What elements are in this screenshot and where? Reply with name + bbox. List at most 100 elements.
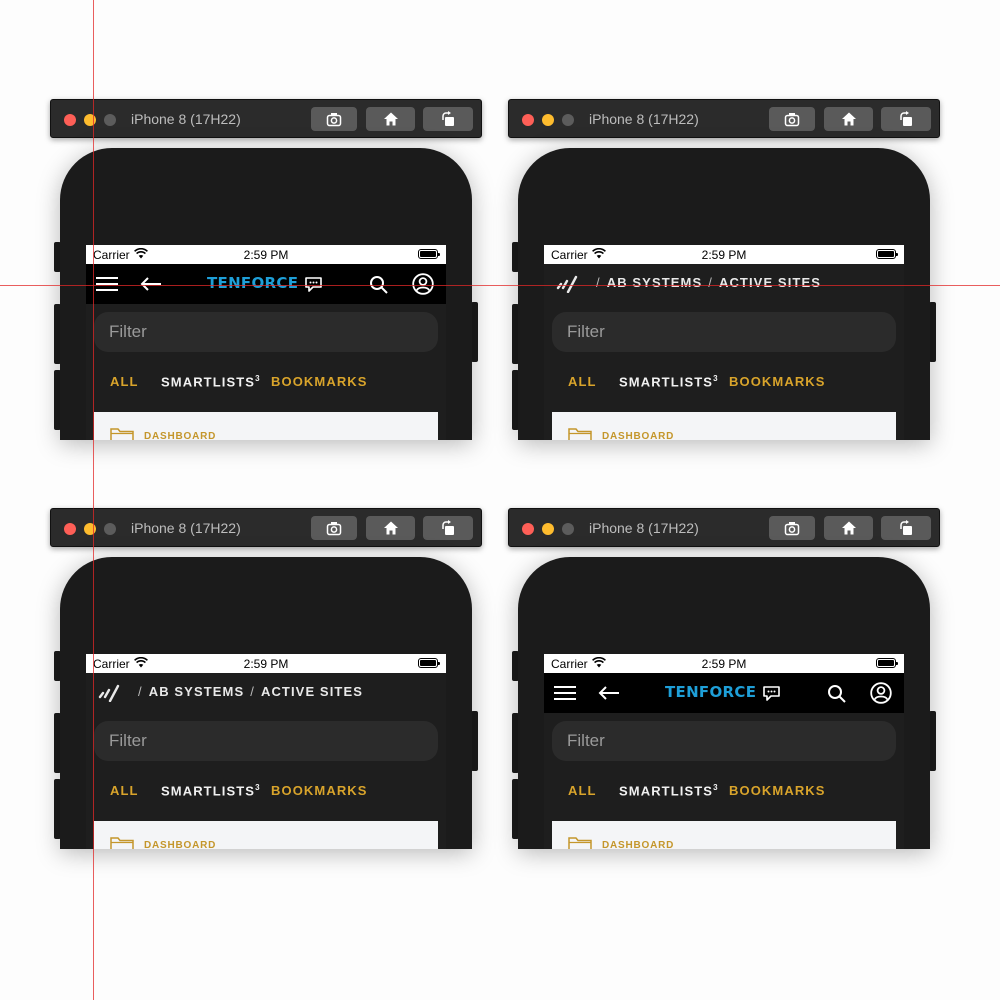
- status-bar: Carrier 2:59 PM: [86, 654, 446, 673]
- search-icon[interactable]: [827, 684, 846, 703]
- folder-icon: [568, 837, 592, 849]
- rotate-icon: [442, 111, 454, 126]
- zoom-window-button[interactable]: [104, 523, 116, 535]
- clock: 2:59 PM: [243, 248, 289, 262]
- tab-bookmarks[interactable]: BOOKMARKS: [729, 783, 826, 798]
- phone-screen: Carrier 2:59 PM / AB SYSTEMS / ACTIVE SITES…: [86, 654, 446, 849]
- filter-input[interactable]: Filter: [94, 312, 438, 352]
- list-item-dashboard[interactable]: DASHBOARD: [552, 821, 896, 849]
- tab-smartlists[interactable]: SMARTLISTS3: [619, 783, 719, 798]
- profile-icon[interactable]: [412, 273, 434, 295]
- list-item-dashboard[interactable]: DASHBOARD: [94, 821, 438, 849]
- rotate-icon: [900, 111, 912, 126]
- phone-screen: Carrier 2:59 PM / AB SYSTEMS / ACTIVE SITES…: [544, 245, 904, 440]
- home-icon: [841, 521, 856, 535]
- brand-logo[interactable]: TENFORCE: [665, 683, 756, 701]
- tab-all[interactable]: ALL: [568, 783, 597, 798]
- battery-icon: [876, 249, 898, 259]
- folder-icon: [110, 428, 134, 440]
- list-item-dashboard[interactable]: DASHBOARD: [94, 412, 438, 440]
- breadcrumb-item-active-sites[interactable]: ACTIVE SITES: [261, 684, 363, 699]
- clock: 2:59 PM: [243, 657, 289, 671]
- tab-smartlists[interactable]: SMARTLISTS3: [161, 374, 261, 389]
- tab-bookmarks[interactable]: BOOKMARKS: [271, 374, 368, 389]
- list-item-dashboard[interactable]: DASHBOARD: [552, 412, 896, 440]
- list-item-label: DASHBOARD: [602, 431, 675, 440]
- screenshot-icon: [326, 522, 342, 536]
- back-arrow-icon[interactable]: [140, 276, 162, 292]
- back-arrow-icon[interactable]: [598, 685, 620, 701]
- tab-smartlists-label: SMARTLISTS: [161, 783, 256, 799]
- power-button: [471, 302, 478, 362]
- battery-icon: [418, 658, 440, 668]
- smartlists-count: 3: [713, 374, 719, 383]
- tab-smartlists[interactable]: SMARTLISTS3: [619, 374, 719, 389]
- close-window-button[interactable]: [64, 523, 76, 535]
- close-window-button[interactable]: [522, 523, 534, 535]
- screenshot-button[interactable]: [311, 107, 357, 131]
- tab-smartlists-label: SMARTLISTS: [619, 783, 714, 799]
- breadcrumb-item-ab-systems[interactable]: AB SYSTEMS: [149, 684, 245, 699]
- tab-smartlists[interactable]: SMARTLISTS3: [161, 783, 261, 798]
- power-button: [471, 711, 478, 771]
- tab-all[interactable]: ALL: [110, 374, 139, 389]
- screenshot-button[interactable]: [769, 107, 815, 131]
- simulator-titlebar: iPhone 8 (17H22): [508, 99, 940, 138]
- menu-icon[interactable]: [96, 276, 118, 292]
- rotate-button[interactable]: [881, 516, 931, 540]
- home-button[interactable]: [366, 516, 415, 540]
- profile-icon[interactable]: [870, 682, 892, 704]
- zoom-window-button[interactable]: [104, 114, 116, 126]
- minimize-window-button[interactable]: [542, 523, 554, 535]
- filter-input[interactable]: Filter: [552, 721, 896, 761]
- rotate-button[interactable]: [423, 107, 473, 131]
- screenshot-icon: [784, 522, 800, 536]
- breadcrumb-item-active-sites[interactable]: ACTIVE SITES: [719, 275, 821, 290]
- filter-input[interactable]: Filter: [552, 312, 896, 352]
- rotate-button[interactable]: [423, 516, 473, 540]
- clock: 2:59 PM: [701, 657, 747, 671]
- logo-slashes-icon[interactable]: [98, 684, 120, 702]
- nav-bar: / AB SYSTEMS / ACTIVE SITES: [86, 673, 446, 713]
- tab-bookmarks[interactable]: BOOKMARKS: [729, 374, 826, 389]
- logo-slashes-icon[interactable]: [556, 275, 578, 293]
- simulator-title: iPhone 8 (17H22): [131, 520, 241, 536]
- tab-all[interactable]: ALL: [568, 374, 597, 389]
- close-window-button[interactable]: [64, 114, 76, 126]
- screenshot-icon: [326, 113, 342, 127]
- minimize-window-button[interactable]: [542, 114, 554, 126]
- menu-icon[interactable]: [554, 685, 576, 701]
- breadcrumb-separator: /: [596, 275, 601, 290]
- smartlists-count: 3: [713, 783, 719, 792]
- guide-line-vertical: [93, 0, 94, 1000]
- status-bar: Carrier 2:59 PM: [544, 654, 904, 673]
- list-item-label: DASHBOARD: [602, 840, 675, 849]
- breadcrumb-item-ab-systems[interactable]: AB SYSTEMS: [607, 275, 703, 290]
- guide-line-horizontal: [0, 285, 1000, 286]
- minimize-window-button[interactable]: [84, 523, 96, 535]
- minimize-window-button[interactable]: [84, 114, 96, 126]
- tab-bookmarks[interactable]: BOOKMARKS: [271, 783, 368, 798]
- screenshot-icon: [784, 113, 800, 127]
- home-button[interactable]: [824, 107, 873, 131]
- brand-logo[interactable]: TENFORCE: [207, 274, 298, 292]
- screenshot-button[interactable]: [769, 516, 815, 540]
- home-button[interactable]: [366, 107, 415, 131]
- chat-icon[interactable]: [762, 685, 781, 702]
- rotate-button[interactable]: [881, 107, 931, 131]
- rotate-icon: [442, 520, 454, 535]
- tab-all[interactable]: ALL: [110, 783, 139, 798]
- breadcrumb-separator: /: [138, 684, 143, 699]
- breadcrumb-separator: /: [250, 684, 255, 699]
- home-button[interactable]: [824, 516, 873, 540]
- close-window-button[interactable]: [522, 114, 534, 126]
- breadcrumb: / AB SYSTEMS / ACTIVE SITES: [590, 275, 821, 290]
- filter-input[interactable]: Filter: [94, 721, 438, 761]
- zoom-window-button[interactable]: [562, 114, 574, 126]
- breadcrumb-separator: /: [708, 275, 713, 290]
- zoom-window-button[interactable]: [562, 523, 574, 535]
- folder-icon: [568, 428, 592, 440]
- list-item-label: DASHBOARD: [144, 431, 217, 440]
- screenshot-button[interactable]: [311, 516, 357, 540]
- power-button: [929, 302, 936, 362]
